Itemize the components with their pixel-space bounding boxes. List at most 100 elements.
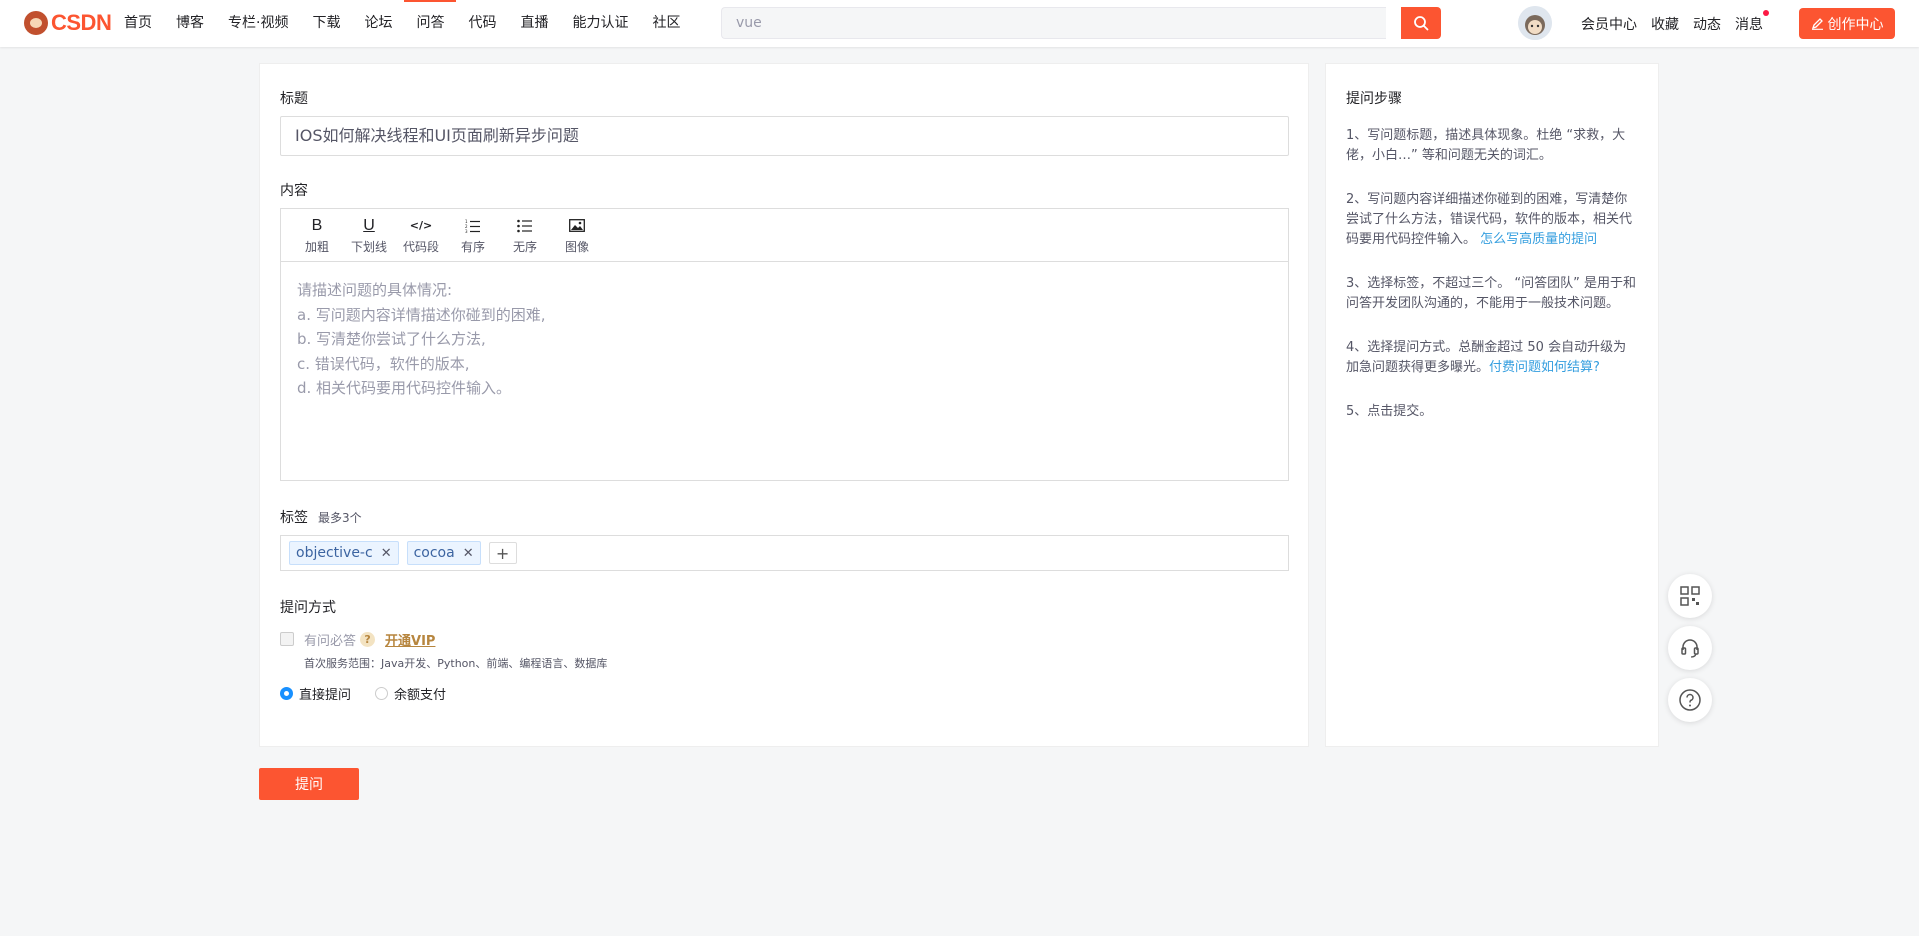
- open-vip-link[interactable]: 开通VIP: [385, 630, 435, 649]
- svg-text:3: 3: [465, 229, 468, 233]
- nav-item-blog[interactable]: 博客: [164, 0, 216, 47]
- qrcode-button[interactable]: [1668, 574, 1712, 618]
- favorites-link[interactable]: 收藏: [1651, 14, 1679, 34]
- tag-chip: cocoa ✕: [406, 541, 481, 565]
- step-text: 3、选择标签，不超过三个。 “问答团队” 是用于和问答开发团队沟通的，不能用于一…: [1346, 276, 1637, 311]
- tags-limit-hint: 最多3个: [318, 510, 362, 525]
- create-center-button[interactable]: 创作中心: [1799, 8, 1895, 39]
- bold-button[interactable]: B 加粗: [291, 209, 343, 261]
- step-item: 4、选择提问方式。总酬金超过 50 会自动升级为加急问题获得更多曝光。付费问题如…: [1346, 338, 1638, 378]
- remove-tag-icon[interactable]: ✕: [463, 546, 474, 561]
- direct-ask-label[interactable]: 直接提问: [299, 684, 351, 703]
- underline-button[interactable]: U 下划线: [343, 209, 395, 261]
- user-links: 会员中心 收藏 动态 消息: [1574, 0, 1770, 47]
- unordered-list-label: 无序: [512, 239, 537, 254]
- search-button[interactable]: [1401, 7, 1441, 39]
- customer-service-icon: [1681, 639, 1699, 658]
- pen-icon: [1811, 18, 1823, 30]
- content-textarea[interactable]: 请描述问题的具体情况: a. 写问题内容详情描述你碰到的困难, b. 写清楚你尝…: [281, 262, 1288, 417]
- code-block-label: 代码段: [402, 239, 439, 254]
- search-bar: [721, 7, 1441, 39]
- balance-pay-radio[interactable]: [375, 686, 389, 700]
- content-label: 内容: [280, 183, 308, 199]
- image-icon-wrap: [569, 216, 585, 236]
- vip-checkbox[interactable]: [280, 632, 294, 646]
- ask-steps-panel: 提问步骤 1、写问题标题，描述具体现象。杜绝 “求救，大佬，小白…” 等和问题无…: [1325, 63, 1659, 747]
- ordered-list-button[interactable]: 1 2 3 有序: [447, 209, 499, 261]
- placeholder-line: 请描述问题的具体情况:: [297, 281, 453, 299]
- content-editor: B 加粗 U 下划线 </> 代码段 1 2 3 有序 无序 图像 请描述问题的…: [280, 208, 1289, 481]
- user-avatar[interactable]: [1518, 6, 1552, 40]
- unordered-list-icon: [517, 219, 532, 232]
- ask-method-label: 提问方式: [280, 600, 336, 616]
- messages-label: 消息: [1735, 16, 1763, 33]
- messages-link[interactable]: 消息: [1735, 9, 1769, 34]
- nav-item-community[interactable]: 社区: [640, 0, 692, 47]
- steps-title: 提问步骤: [1346, 91, 1402, 107]
- step-item: 2、写问题内容详细描述你碰到的困难，写清楚你尝试了什么方法，错误代码，软件的版本…: [1346, 190, 1638, 250]
- vip-option-row: 有问必答 ? 开通VIP: [280, 629, 435, 649]
- nav-item-column-video[interactable]: 专栏·视频: [216, 0, 300, 47]
- code-block-button[interactable]: </> 代码段: [395, 209, 447, 261]
- logo-text: CSDN: [51, 10, 112, 35]
- bold-icon: B: [311, 216, 323, 234]
- step-item: 1、写问题标题，描述具体现象。杜绝 “求救，大佬，小白…” 等和问题无关的词汇。: [1346, 126, 1638, 166]
- ordered-list-label: 有序: [460, 239, 485, 254]
- search-input[interactable]: [721, 7, 1386, 39]
- logo-mascot-icon: [24, 11, 48, 35]
- nav-item-live[interactable]: 直播: [508, 0, 560, 47]
- nav-item-home[interactable]: 首页: [112, 0, 164, 47]
- remove-tag-icon[interactable]: ✕: [381, 546, 392, 561]
- activity-link[interactable]: 动态: [1693, 14, 1721, 34]
- unordered-list-icon-wrap: [517, 216, 533, 236]
- insert-image-button[interactable]: 图像: [551, 209, 603, 261]
- service-scope-text: 首次服务范围：Java开发、Python、前端、编程语言、数据库: [304, 657, 608, 670]
- add-tag-button[interactable]: +: [488, 542, 517, 564]
- ordered-list-icon: 1 2 3: [465, 219, 480, 233]
- search-icon: [1414, 16, 1429, 31]
- csdn-logo[interactable]: CSDN: [24, 9, 112, 37]
- nav-item-code[interactable]: 代码: [456, 0, 508, 47]
- create-center-label: 创作中心: [1827, 16, 1884, 33]
- main-nav: 首页 博客 专栏·视频 下载 论坛 问答 代码 直播 能力认证 社区: [112, 0, 692, 47]
- placeholder-line: a. 写问题内容详情描述你碰到的困难,: [297, 305, 546, 324]
- nav-item-forum[interactable]: 论坛: [352, 0, 404, 47]
- balance-pay-label[interactable]: 余额支付: [394, 684, 446, 703]
- customer-service-button[interactable]: [1668, 626, 1712, 670]
- bold-label: 加粗: [304, 239, 329, 254]
- submit-question-button[interactable]: 提问: [259, 768, 359, 800]
- direct-ask-radio[interactable]: [280, 686, 293, 700]
- paid-question-link[interactable]: 付费问题如何结算?: [1489, 360, 1600, 375]
- help-button[interactable]: [1668, 678, 1712, 722]
- vip-option-label: 有问必答: [304, 633, 357, 649]
- title-input[interactable]: IOS如何解决线程和UI页面刷新异步问题: [280, 116, 1289, 156]
- quality-question-link[interactable]: 怎么写高质量的提问: [1480, 232, 1597, 247]
- placeholder-line: c. 错误代码，软件的版本,: [297, 354, 470, 373]
- avatar-image: [1518, 6, 1552, 40]
- tag-chip: objective-c ✕: [289, 541, 399, 565]
- nav-item-certification[interactable]: 能力认证: [560, 0, 640, 47]
- unread-dot: [1763, 9, 1769, 16]
- step-item: 5、点击提交。: [1346, 402, 1638, 422]
- tags-input[interactable]: objective-c ✕ cocoa ✕ +: [280, 535, 1289, 571]
- placeholder-line: d. 相关代码要用代码控件输入。: [297, 379, 512, 397]
- underline-icon: U: [363, 216, 375, 234]
- tag-label: cocoa: [413, 545, 455, 561]
- nav-item-download[interactable]: 下载: [300, 0, 352, 47]
- step-text: 5、点击提交。: [1346, 404, 1433, 419]
- image-label: 图像: [564, 239, 589, 254]
- unordered-list-button[interactable]: 无序: [499, 209, 551, 261]
- member-center-link[interactable]: 会员中心: [1581, 14, 1637, 34]
- editor-toolbar: B 加粗 U 下划线 </> 代码段 1 2 3 有序 无序 图像: [281, 209, 1288, 262]
- help-icon[interactable]: ?: [360, 631, 376, 647]
- step-item: 3、选择标签，不超过三个。 “问答团队” 是用于和问答开发团队沟通的，不能用于一…: [1346, 274, 1638, 314]
- underline-label: 下划线: [350, 239, 387, 254]
- nav-item-qa[interactable]: 问答: [404, 0, 457, 47]
- qrcode-icon: [1680, 586, 1700, 606]
- payment-radio-group: 直接提问 余额支付: [280, 683, 470, 703]
- tags-label: 标签: [280, 510, 308, 526]
- code-icon: </>: [409, 219, 433, 232]
- image-icon: [569, 219, 585, 232]
- top-header: CSDN 首页 博客 专栏·视频 下载 论坛 问答 代码 直播 能力认证 社区: [0, 0, 1919, 47]
- question-form: 标题 IOS如何解决线程和UI页面刷新异步问题 内容 B 加粗 U 下划线 </…: [259, 63, 1309, 747]
